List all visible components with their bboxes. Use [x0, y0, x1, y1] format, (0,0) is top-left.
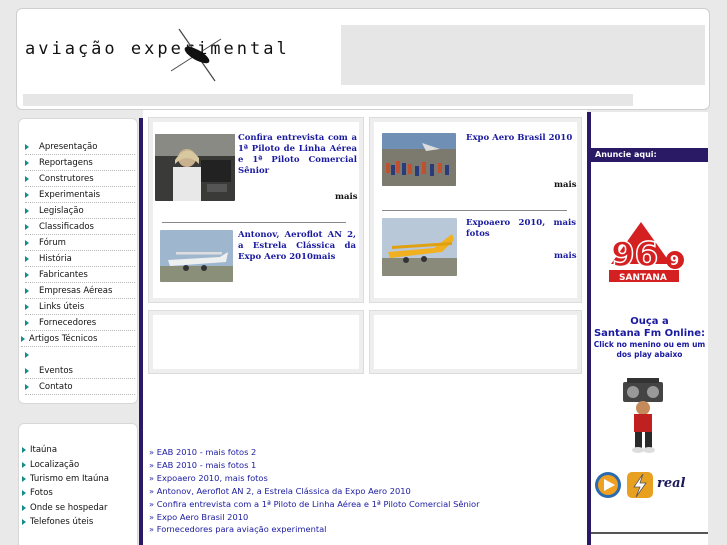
arrow-icon — [25, 223, 29, 230]
news-item[interactable]: » Antonov, Aeroflot AN 2, a Estrela Clás… — [149, 485, 480, 498]
right-bottom-bar — [591, 532, 708, 534]
menu-item-fornecedores[interactable]: Fornecedores — [25, 315, 135, 331]
cockpit-photo-icon — [155, 134, 235, 201]
menu-item-construtores[interactable]: Construtores — [25, 171, 135, 187]
menu-item-legislacao[interactable]: Legislação — [25, 203, 135, 219]
arrow-icon — [22, 475, 26, 482]
arrow-icon — [25, 191, 29, 198]
arrow-icon — [22, 447, 26, 454]
site-header: aviação experimental — [16, 8, 710, 110]
arrow-icon — [25, 319, 29, 326]
article-title-3[interactable]: Expo Aero Brasil 2010 — [466, 133, 576, 144]
arrow-icon — [25, 255, 29, 262]
winamp-icon[interactable] — [625, 470, 655, 500]
menu-item-experimentais[interactable]: Experimentais — [25, 187, 135, 203]
article-title-2[interactable]: Antonov, Aeroflot AN 2, a Estrela Clássi… — [238, 230, 356, 263]
media-player-icon[interactable] — [593, 470, 623, 500]
listen-hint: Click no menino ou em um dos play abaixo — [593, 340, 706, 359]
arrow-icon — [25, 303, 29, 310]
menu-item-empty[interactable] — [25, 347, 135, 363]
arrow-icon — [22, 504, 26, 511]
santana-radio-logo-icon[interactable]: 96 9 SANTANA — [607, 220, 691, 286]
menu-item-classificados[interactable]: Classificados — [25, 219, 135, 235]
arrow-icon — [21, 335, 25, 342]
arrow-icon — [22, 490, 26, 497]
menu-item-itauna[interactable]: Itaúna — [22, 443, 135, 457]
main-menu: Apresentação Reportagens Construtores Ex… — [18, 118, 138, 404]
menu-item-hospedar[interactable]: Onde se hospedar — [22, 501, 135, 515]
arrow-icon — [25, 175, 29, 182]
card-inner — [374, 315, 577, 369]
arrow-icon — [25, 271, 29, 278]
menu-item-apresentacao[interactable]: Apresentação — [25, 139, 135, 155]
article-separator — [382, 210, 567, 211]
antonov-photo-icon — [160, 230, 233, 282]
listen-line-2: Santana Fm Online: — [593, 328, 706, 339]
menu-item-contato[interactable]: Contato — [25, 379, 135, 395]
site-logo[interactable]: aviação experimental — [25, 39, 290, 59]
radio-logo-number: 96 — [611, 235, 658, 275]
menu-item-empresas-aereas[interactable]: Empresas Aéreas — [25, 283, 135, 299]
arrow-icon — [25, 239, 29, 246]
arrow-icon — [25, 143, 29, 150]
arrow-icon — [25, 159, 29, 166]
arrow-icon — [25, 383, 29, 390]
article-photo-expo[interactable] — [382, 133, 456, 186]
arrow-icon — [25, 352, 29, 358]
advertise-header: Anuncie aqui: — [591, 148, 708, 162]
article-more-3[interactable]: mais — [554, 180, 577, 190]
menu-item-eventos[interactable]: Eventos — [25, 363, 135, 379]
news-item[interactable]: » Expo Aero Brasil 2010 — [149, 511, 480, 524]
article-photo-cockpit[interactable] — [155, 134, 235, 201]
empty-card — [369, 310, 582, 374]
menu-item-turismo[interactable]: Turismo em Itaúna — [22, 472, 135, 486]
arrow-icon — [25, 367, 29, 374]
article-more-1[interactable]: mais — [335, 192, 358, 202]
arrow-icon — [25, 207, 29, 214]
listen-online-text: Ouça a Santana Fm Online: Click no menin… — [591, 316, 708, 360]
article-photo-yellow-plane[interactable] — [382, 218, 457, 276]
radio-logo-name: SANTANA — [619, 273, 667, 283]
news-item[interactable]: » Expoaero 2010, mais fotos — [149, 472, 480, 485]
menu-item-telefones[interactable]: Telefones úteis — [22, 515, 135, 529]
expo-photo-icon — [382, 133, 456, 186]
card-inner — [153, 315, 359, 369]
menu-item-forum[interactable]: Fórum — [25, 235, 135, 251]
arrow-icon — [25, 287, 29, 294]
menu-item-reportagens[interactable]: Reportagens — [25, 155, 135, 171]
empty-card — [148, 310, 364, 374]
arrow-icon — [22, 461, 26, 468]
news-item[interactable]: » EAB 2010 - mais fotos 1 — [149, 459, 480, 472]
news-list: » EAB 2010 - mais fotos 2 » EAB 2010 - m… — [149, 446, 480, 536]
article-separator — [162, 222, 346, 223]
arrow-icon — [22, 519, 26, 526]
plane-logo-icon — [170, 28, 222, 82]
menu-item-localizacao[interactable]: Localização — [22, 457, 135, 471]
menu-item-historia[interactable]: História — [25, 251, 135, 267]
city-menu: Itaúna Localização Turismo em Itaúna Fot… — [18, 423, 138, 545]
article-more-4[interactable]: mais — [554, 251, 577, 261]
boy-with-radio-icon[interactable] — [619, 376, 669, 456]
radio-logo-decimal: 9 — [670, 254, 679, 269]
menu-item-fabricantes[interactable]: Fabricantes — [25, 267, 135, 283]
listen-line-1: Ouça a — [630, 316, 669, 327]
header-banner[interactable] — [341, 25, 705, 85]
yellow-plane-photo-icon — [382, 218, 457, 276]
news-item[interactable]: » Confira entrevista com a 1ª Piloto de … — [149, 498, 480, 511]
article-photo-antonov[interactable] — [160, 230, 233, 282]
menu-item-artigos-tecnicos[interactable]: Artigos Técnicos — [21, 331, 135, 347]
article-title-4[interactable]: Expoaero 2010, mais fotos — [466, 218, 576, 240]
header-bar — [23, 94, 633, 106]
news-item[interactable]: » Fornecedores para aviação experimental — [149, 523, 480, 536]
news-item[interactable]: » EAB 2010 - mais fotos 2 — [149, 446, 480, 459]
menu-item-fotos[interactable]: Fotos — [22, 486, 135, 500]
real-player-icon[interactable]: real — [657, 476, 685, 491]
article-title-1[interactable]: Confira entrevista com a 1ª Piloto de Li… — [238, 133, 357, 177]
menu-item-links-uteis[interactable]: Links úteis — [25, 299, 135, 315]
